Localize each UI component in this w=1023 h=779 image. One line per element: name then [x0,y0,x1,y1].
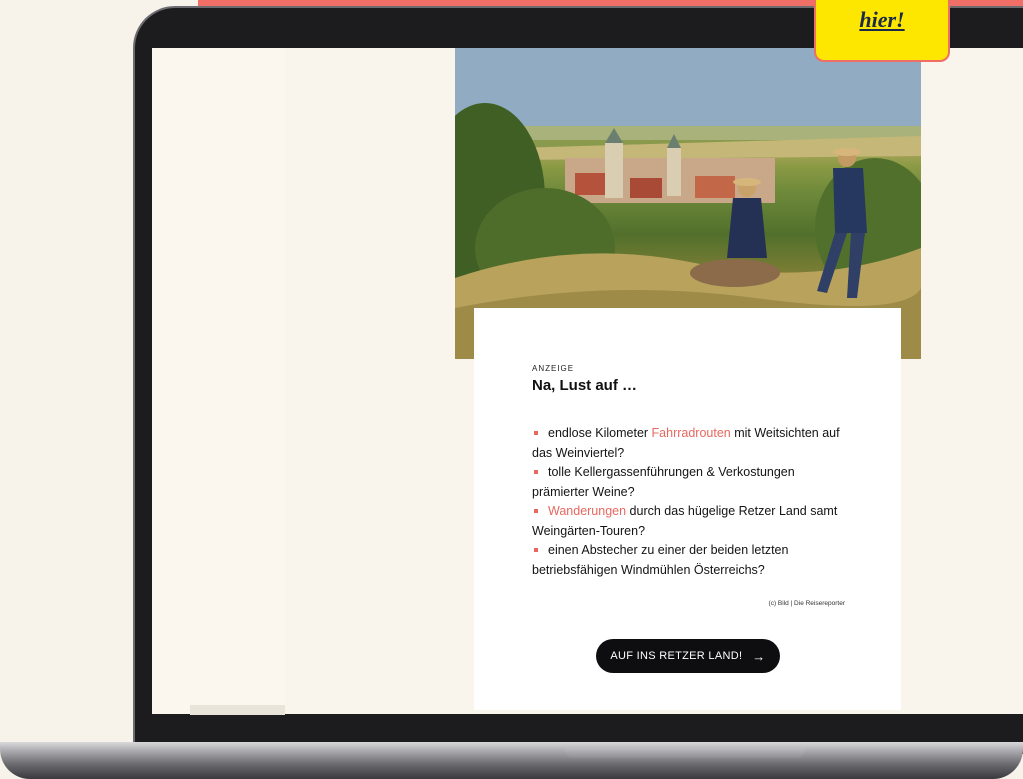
sticky-here-tag[interactable]: hier! [814,0,950,62]
screen-bottom-shade [190,705,285,715]
ad-card: ANZEIGE Na, Lust auf … endlose Kilometer… [474,308,901,710]
list-item: endlose Kilometer Fahrradrouten mit Weit… [532,426,840,460]
hiking-link[interactable]: Wanderungen [548,504,626,518]
laptop-base [0,742,1023,779]
bullet-icon [534,430,538,435]
arrow-right-icon: → [752,648,766,664]
page-left-margin [152,48,285,714]
list-item: einen Abstecher zu einer der beiden letz… [532,543,789,577]
ad-label: ANZEIGE [532,364,575,373]
cta-button[interactable]: AUF INS RETZER LAND! → [596,639,780,673]
laptop-hinge-notch [565,748,805,758]
cycling-routes-link[interactable]: Fahrradrouten [652,426,731,440]
sticky-here-label: hier! [859,7,905,32]
cta-label: AUF INS RETZER LAND! [610,650,743,662]
bullet-icon [534,547,538,552]
image-credit: (c) Bild | Die Reisereporter [768,600,845,607]
list-item: tolle Kellergassenführungen & Verkostung… [532,465,795,499]
bullet-icon [534,469,538,474]
bullet-icon [534,508,538,513]
ad-bullet-list: endlose Kilometer Fahrradrouten mit Weit… [532,424,852,580]
laptop-screen: ANZEIGE Na, Lust auf … endlose Kilometer… [152,48,1023,714]
ad-title: Na, Lust auf … [532,377,638,394]
list-item: Wanderungen durch das hügelige Retzer La… [532,504,838,538]
